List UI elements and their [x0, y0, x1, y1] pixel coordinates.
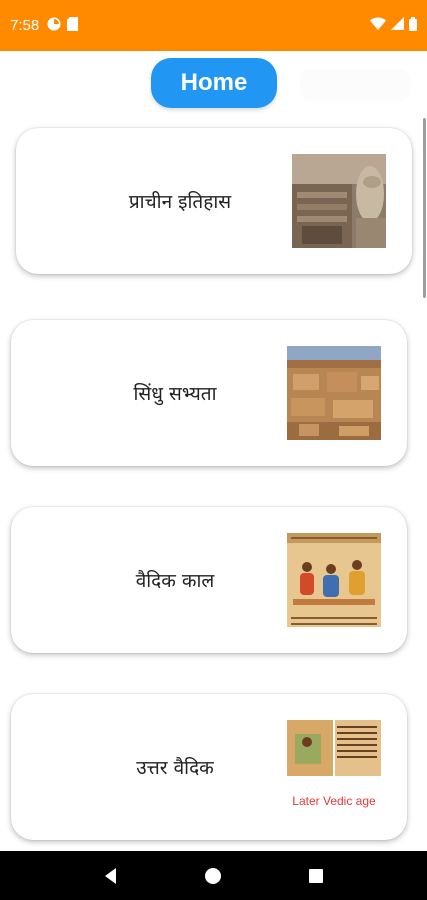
recents-icon[interactable] — [301, 861, 331, 891]
status-time: 7:58 — [10, 17, 40, 34]
thumbnail-caption: Later Vedic age — [292, 794, 376, 808]
status-indicators — [370, 16, 417, 35]
scroll-indicator[interactable] — [423, 118, 426, 298]
card-title: उत्तर वैदिक — [136, 757, 214, 779]
topic-card-indus-civilization[interactable]: सिंधु सभ्यता — [11, 320, 407, 466]
home-circle-icon[interactable] — [198, 861, 228, 891]
system-nav-bar — [0, 851, 427, 900]
top-bar: Home — [0, 51, 427, 121]
topic-card-vedic-period[interactable]: वैदिक काल — [11, 507, 407, 653]
card-title: सिंधु सभ्यता — [133, 383, 217, 405]
later-vedic-manuscript-thumbnail: Later Vedic age — [287, 720, 381, 814]
topic-card-ancient-history[interactable]: प्राचीन इतिहास — [16, 128, 412, 274]
card-title: प्राचीन इतिहास — [128, 191, 232, 213]
faded-tab[interactable] — [300, 69, 410, 101]
back-icon[interactable] — [96, 861, 126, 891]
card-title: वैदिक काल — [135, 570, 215, 592]
sim-card-icon — [67, 16, 79, 35]
wifi-icon — [370, 17, 386, 34]
status-bar: 7:58 — [0, 0, 427, 51]
indus-city-thumbnail — [287, 346, 381, 440]
ancient-ruins-thumbnail — [292, 154, 386, 248]
app-notification-icon — [47, 17, 61, 35]
topic-card-later-vedic[interactable]: उत्तर वैदिक Later Vedic age — [11, 694, 407, 840]
signal-icon — [391, 17, 404, 34]
home-button[interactable]: Home — [151, 58, 277, 108]
vedic-painting-thumbnail — [287, 533, 381, 627]
battery-icon — [409, 16, 417, 35]
